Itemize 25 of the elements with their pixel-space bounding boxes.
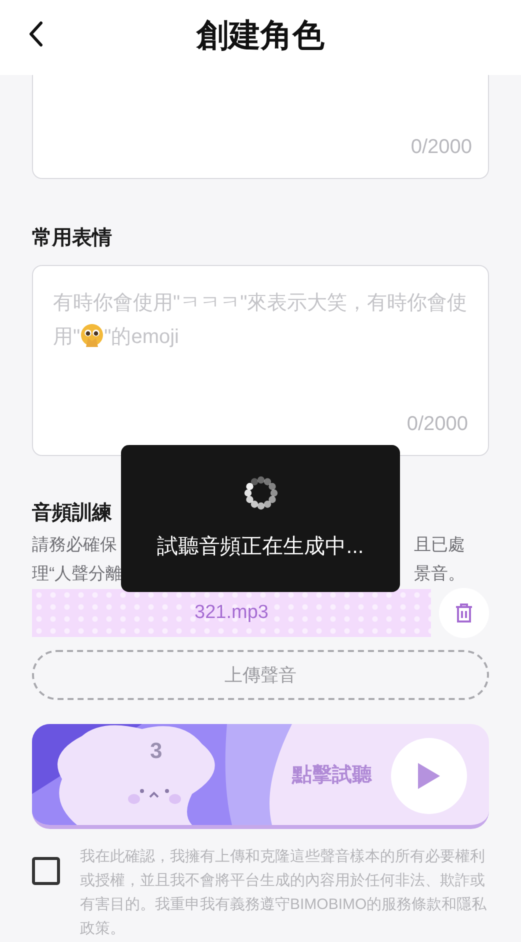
character-counter: 0/2000 [410,135,472,160]
consent-text: 我在此確認，我擁有上傳和克隆這些聲音樣本的所有必要權利或授權，並且我不會將平台生成的內容用於任何非法、欺詐或有害目的。我重申我有義務遵守BIMOBIMO的服務條款和隱私政策。 [80,847,488,939]
back-icon [28,21,44,47]
preview-label: 點擊試聽 [292,762,372,788]
character-counter: 0/2000 [406,412,468,437]
description-text: 景音。 [414,563,465,585]
section-label: 音頻訓練 [32,500,112,526]
number-label: 3 [150,738,162,763]
placeholder-text: 有時你會使用"ㅋㅋㅋ"來表示大笑，有時你會使用" "的emoji [53,291,468,350]
preview-card[interactable]: 3 點擊試聽 [32,724,489,829]
description-text: 請務必確保 [32,534,117,556]
delete-button[interactable] [439,588,489,638]
text-area[interactable]: 有時你會使用"ㅋㅋㅋ"來表示大笑，有時你會使用" "的emoji 0/2000 [32,265,489,456]
upload-button[interactable]: 上傳聲音 [32,650,489,700]
pleading-face-icon [80,323,104,347]
description-text: 且已處 [414,534,465,556]
play-icon [418,763,440,789]
section-label: 常用表情 [32,226,113,251]
consent-checkbox[interactable] [32,857,60,885]
page-title: 創建角色 [196,16,324,54]
text-area[interactable]: 0/2000 [32,75,489,179]
trash-icon [455,603,473,623]
description-text: 理“人聲分離 [32,563,123,585]
toast-message: 試聽音頻正在生成中... [157,534,364,560]
file-name: 321.mp3 [194,600,268,625]
